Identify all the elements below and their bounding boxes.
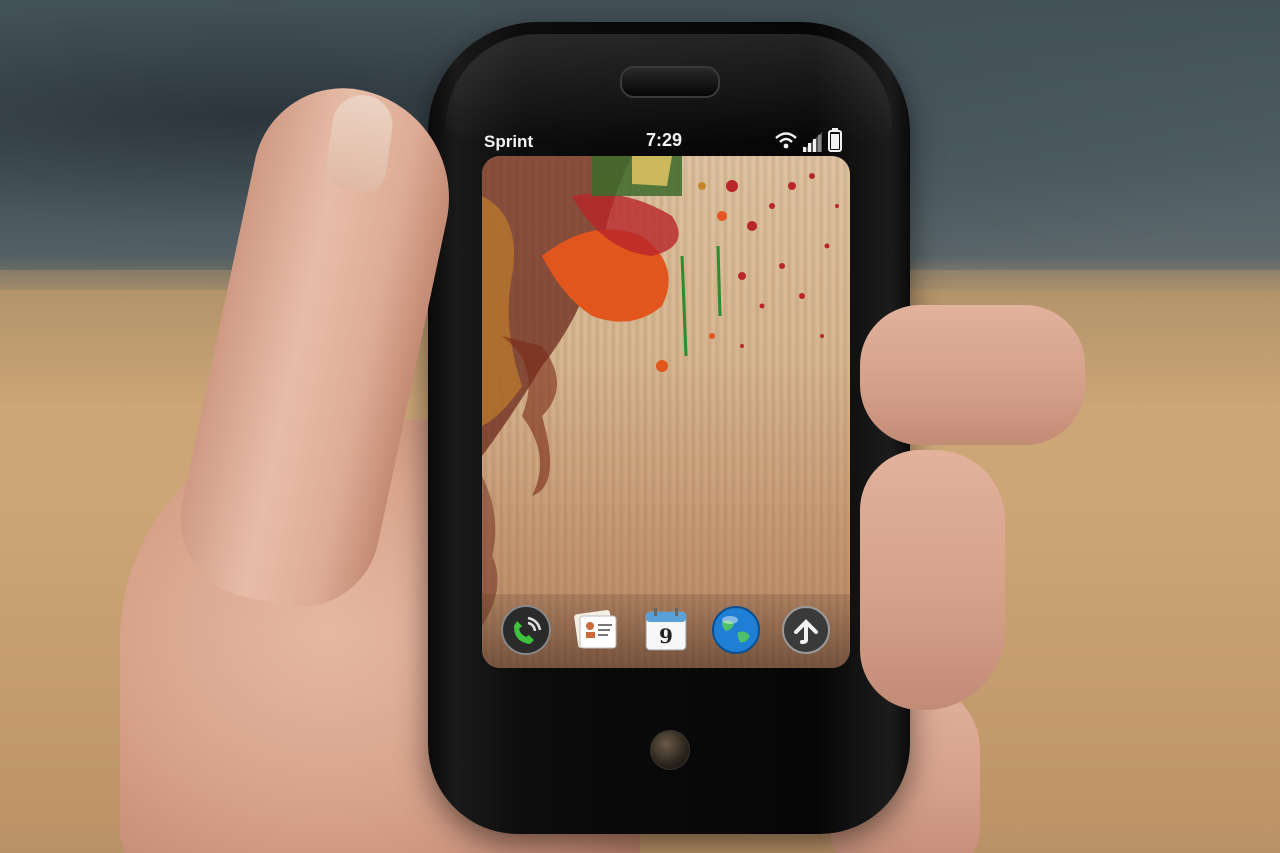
paint-splatter-wallpaper — [482, 156, 839, 626]
app-dock: 9 — [482, 594, 850, 668]
wifi-icon — [775, 132, 797, 149]
photo-scene: Sprint 7:29 9 — [0, 0, 1280, 853]
hand-index-finger — [860, 305, 1085, 445]
clock-label: 7:29 — [646, 130, 683, 150]
status-bar[interactable]: Sprint 7:29 — [480, 126, 850, 156]
hand-middle-finger — [860, 450, 1005, 710]
palm-pre-phone: Sprint 7:29 9 — [428, 22, 910, 834]
signal-bars-icon — [802, 132, 822, 152]
calendar-icon[interactable] — [640, 604, 692, 656]
earpiece-speaker — [620, 66, 720, 98]
contacts-icon[interactable] — [570, 604, 622, 656]
globe-icon[interactable] — [710, 604, 762, 656]
phone-icon[interactable] — [500, 604, 552, 656]
launcher-up-arrow-icon[interactable] — [780, 604, 832, 656]
center-gesture-button[interactable] — [650, 730, 690, 770]
home-screen[interactable]: 9 — [482, 156, 850, 668]
battery-icon — [828, 128, 842, 152]
carrier-label: Sprint — [484, 132, 534, 151]
